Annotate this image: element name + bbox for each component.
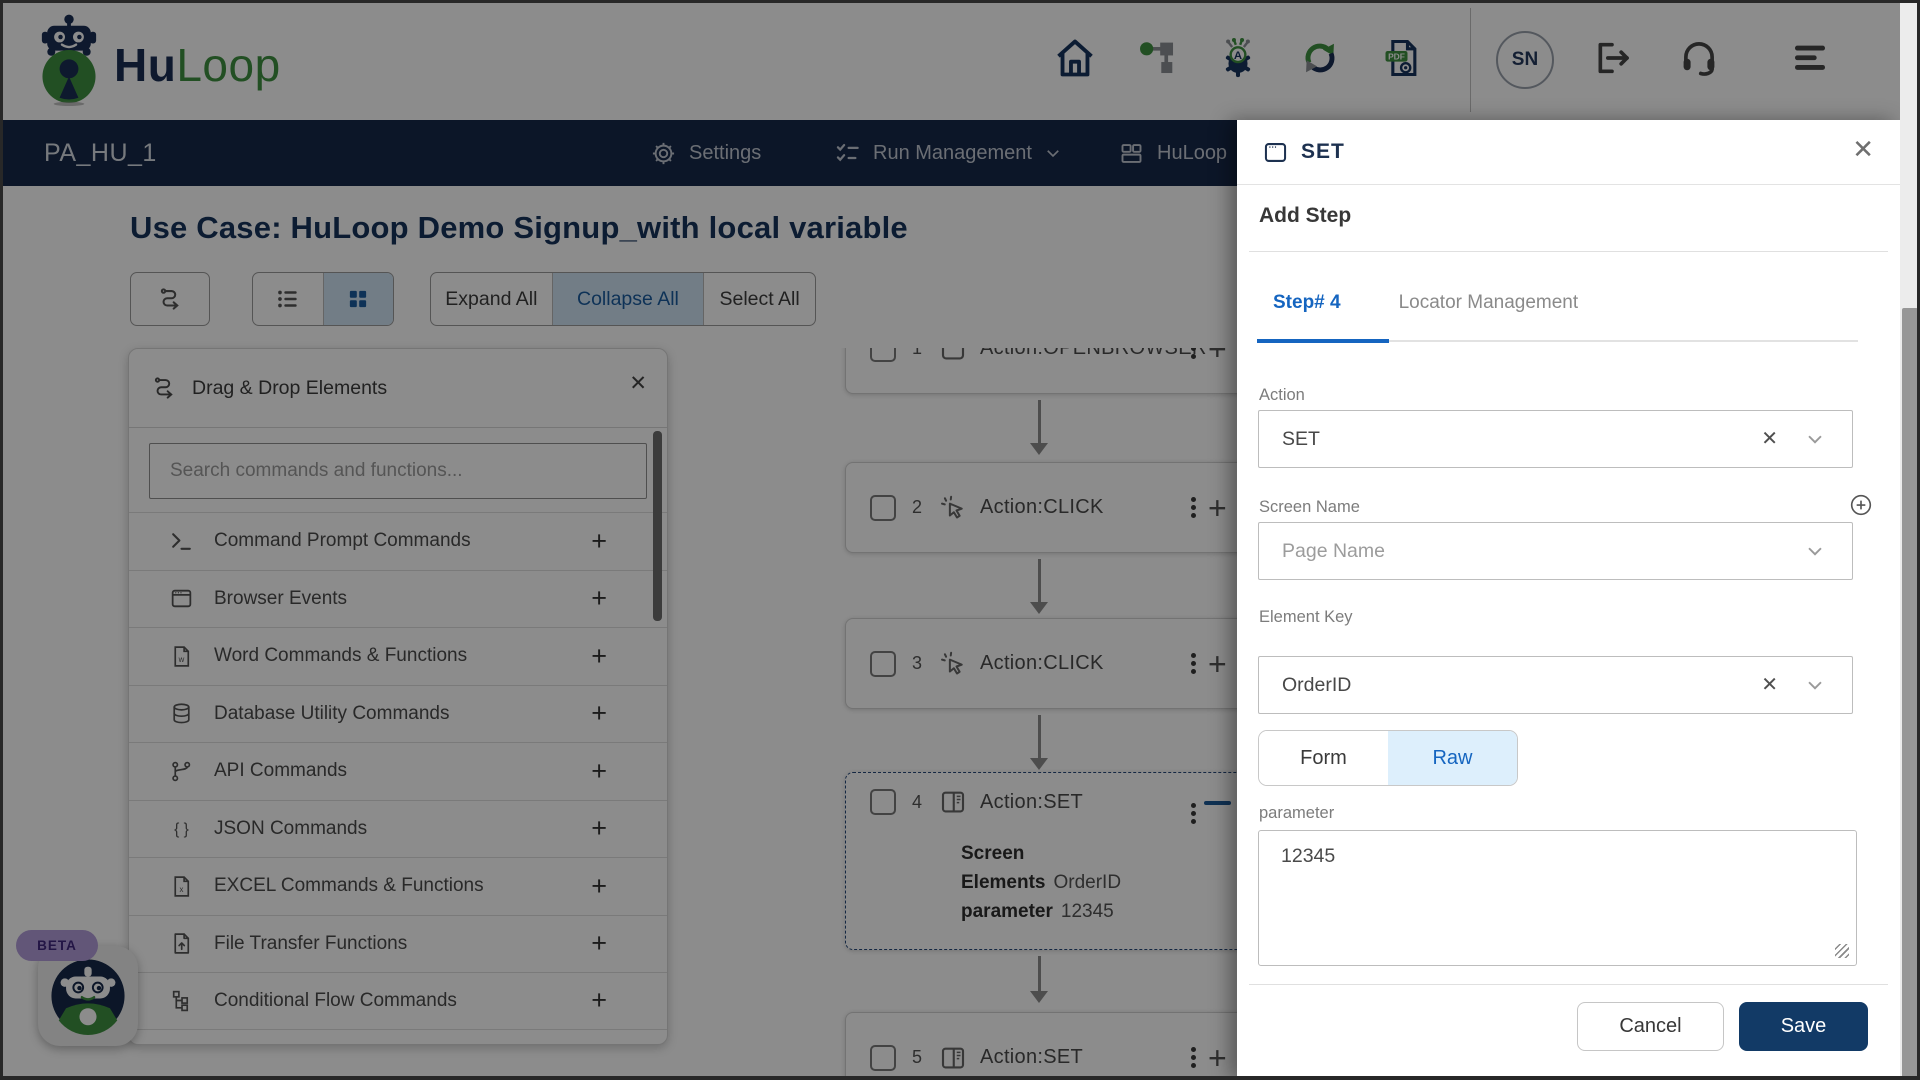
drawer-tabs: Step# 4 Locator Management <box>1237 272 1900 334</box>
close-icon[interactable]: ✕ <box>1852 136 1874 162</box>
drawer-header: SET ✕ <box>1237 120 1900 185</box>
add-screen-icon[interactable] <box>1848 492 1874 518</box>
cancel-button[interactable]: Cancel <box>1577 1002 1724 1051</box>
tab-locator-management[interactable]: Locator Management <box>1399 292 1579 314</box>
clear-icon[interactable]: ✕ <box>1761 429 1778 449</box>
divider <box>1249 251 1888 252</box>
drawer-title: SET <box>1301 120 1345 184</box>
drawer-subtitle: Add Step <box>1259 204 1351 228</box>
action-label: Action <box>1259 386 1305 405</box>
divider <box>1249 984 1888 985</box>
set-step-drawer: SET ✕ Add Step Step# 4 Locator Managemen… <box>1237 120 1900 1080</box>
parameter-label: parameter <box>1259 804 1334 823</box>
screen-name-placeholder: Page Name <box>1282 523 1385 579</box>
form-toggle-button[interactable]: Form <box>1259 731 1388 785</box>
element-key-field: ✕ <box>1258 656 1853 714</box>
chevron-down-icon[interactable] <box>1804 540 1826 562</box>
screen-name-field[interactable]: Page Name <box>1258 522 1853 580</box>
element-key-label: Element Key <box>1259 608 1353 627</box>
modal-backdrop <box>0 120 1237 1080</box>
active-tab-indicator <box>1257 339 1389 343</box>
modal-backdrop <box>0 0 1920 120</box>
screen-name-label: Screen Name <box>1259 498 1360 517</box>
tab-step-4[interactable]: Step# 4 <box>1273 292 1341 314</box>
action-field: ✕ <box>1258 410 1853 468</box>
parameter-textarea[interactable]: 12345 <box>1258 830 1857 966</box>
raw-toggle-button[interactable]: Raw <box>1388 731 1517 785</box>
chevron-down-icon[interactable] <box>1804 428 1826 450</box>
form-raw-toggle: Form Raw <box>1258 730 1518 786</box>
save-button[interactable]: Save <box>1739 1002 1868 1051</box>
browser-window-icon <box>1262 139 1289 166</box>
page-scrollbar[interactable] <box>1900 0 1920 1080</box>
scrollbar-thumb[interactable] <box>1902 308 1918 1078</box>
resize-handle[interactable] <box>1835 944 1849 958</box>
clear-icon[interactable]: ✕ <box>1761 675 1778 695</box>
chevron-down-icon[interactable] <box>1804 674 1826 696</box>
